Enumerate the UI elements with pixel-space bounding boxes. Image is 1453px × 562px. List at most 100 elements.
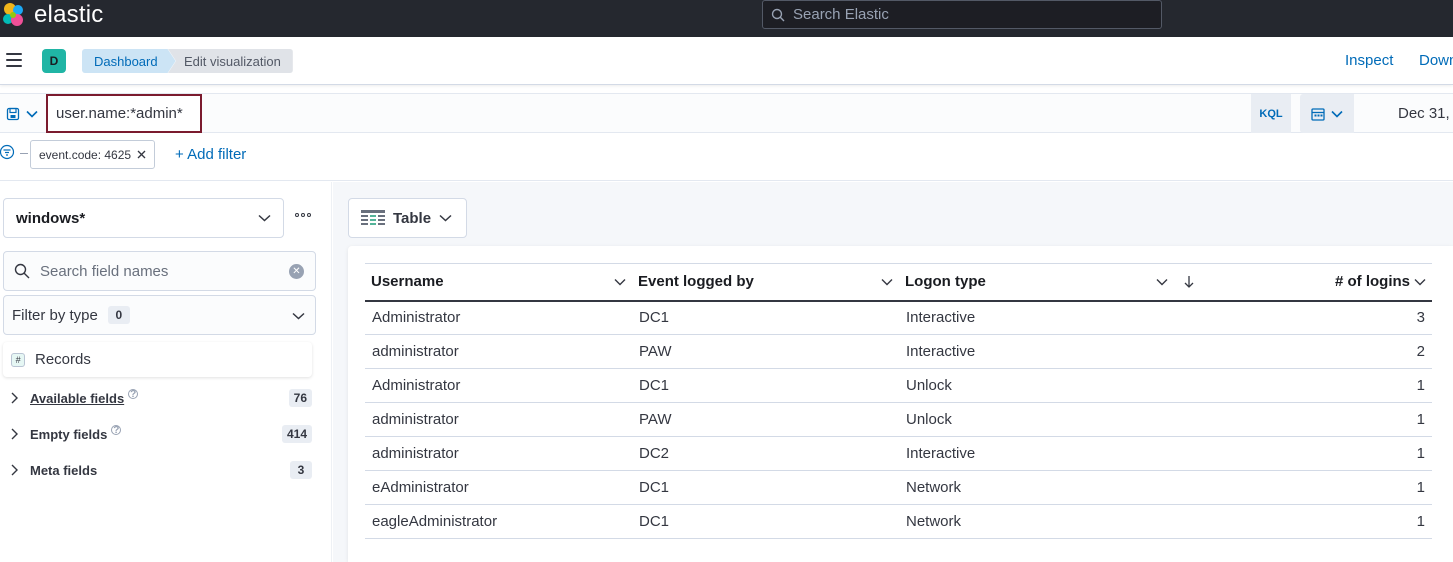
cell-username: administrator [365,436,632,471]
cell-logins: 1 [1166,436,1432,471]
filter-by-type-label: Filter by type [12,306,98,324]
chart-type-label: Table [393,209,432,227]
available-fields-group[interactable]: Available fields ? 76 [8,387,312,409]
cell-username: eAdministrator [365,470,632,505]
chevron-down-icon [1331,110,1343,118]
cell-logon-type: Interactive [899,300,1166,335]
cell-event-logged-by: DC1 [632,300,899,335]
table-header-row: Username Event logged by Logon type # of… [365,263,1432,302]
chevron-down-icon[interactable] [614,278,626,286]
cell-logins: 2 [1166,334,1432,369]
chevron-down-icon [292,312,305,320]
cell-logins: 3 [1166,300,1432,335]
table-row: administrator PAW Interactive 2 [365,334,1432,369]
filter-type-count: 0 [107,306,130,324]
download-link[interactable]: Down [1419,52,1453,69]
elastic-logo-icon [3,3,23,26]
cell-event-logged-by: DC1 [632,368,899,403]
column-header-logon-type[interactable]: Logon type [899,263,1194,302]
cell-username: Administrator [365,368,632,403]
add-filter-button[interactable]: + Add filter [175,146,246,163]
table-row: administrator PAW Unlock 1 [365,402,1432,437]
more-icon[interactable] [295,213,311,217]
field-search[interactable]: ✕ [3,251,316,291]
cell-username: Administrator [365,300,632,335]
field-search-input[interactable] [40,262,270,280]
saved-query-button[interactable] [0,94,44,133]
meta-fields-label: Meta fields [30,462,98,478]
chart-type-switch[interactable]: Table [348,198,467,238]
table-icon [361,210,385,225]
chevron-down-icon[interactable] [881,278,893,286]
inspect-link[interactable]: Inspect [1345,52,1393,69]
chevron-down-icon[interactable] [1414,278,1426,286]
clear-icon[interactable]: ✕ [289,264,304,279]
table-row: administrator DC2 Interactive 1 [365,436,1432,471]
breadcrumb-edit-visualization: Edit visualization [168,49,293,73]
cell-event-logged-by: DC2 [632,436,899,471]
menu-icon[interactable] [6,53,22,67]
chevron-right-icon [11,464,18,476]
empty-fields-group[interactable]: Empty fields ? 414 [8,423,312,445]
index-pattern-select[interactable]: windows* [3,198,284,238]
filter-separator [20,153,28,154]
chevron-down-icon [26,110,38,118]
app-nav-bar: D Dashboard Edit visualization Inspect D… [0,37,1453,85]
table-row: eagleAdministrator DC1 Network 1 [365,504,1432,539]
cell-logins: 1 [1166,368,1432,403]
meta-fields-group[interactable]: Meta fields 3 [8,459,312,481]
records-field[interactable]: # Records [3,342,312,377]
global-search-input[interactable] [793,6,1133,23]
brand-name: elastic [34,1,104,28]
cell-username: administrator [365,334,632,369]
cell-event-logged-by: PAW [632,334,899,369]
cell-logon-type: Interactive [899,436,1166,471]
chevron-right-icon [11,428,18,440]
cell-logon-type: Unlock [899,402,1166,437]
search-icon [14,263,30,279]
empty-fields-label: Empty fields [30,426,108,442]
filter-by-type-button[interactable]: Filter by type 0 [3,295,316,335]
global-search[interactable] [762,0,1162,29]
chevron-right-icon [11,392,18,404]
date-picker-button[interactable] [1300,94,1354,133]
search-icon [771,8,785,21]
column-header-event-logged-by[interactable]: Event logged by [632,263,899,302]
query-input[interactable] [46,94,202,133]
cell-logins: 1 [1166,470,1432,505]
cell-logins: 1 [1166,402,1432,437]
filter-pill[interactable]: event.code: 4625 [30,140,156,169]
chevron-down-icon [258,214,271,222]
breadcrumb-dashboard[interactable]: Dashboard [82,49,176,73]
hash-icon: # [11,352,25,367]
cell-event-logged-by: DC1 [632,470,899,505]
global-header: elastic [0,0,1453,37]
cell-event-logged-by: DC1 [632,504,899,539]
table-row: eAdministrator DC1 Network 1 [365,470,1432,505]
filter-pill-label: event.code: 4625 [39,147,132,162]
date-start[interactable]: Dec 31, : [1398,105,1453,122]
table-row: Administrator DC1 Interactive 3 [365,300,1432,335]
cell-logins: 1 [1166,504,1432,539]
help-icon[interactable]: ? [128,389,139,400]
help-icon[interactable]: ? [111,425,122,436]
records-label: Records [35,351,91,368]
query-language-button[interactable]: KQL [1251,94,1291,133]
available-fields-count: 76 [288,389,312,407]
field-list-panel: windows* ✕ Filter by type 0 # Records Av… [0,182,332,562]
elastic-logo[interactable]: elastic [0,1,103,29]
cell-event-logged-by: PAW [632,402,899,437]
cell-username: eagleAdministrator [365,504,632,539]
cell-logon-type: Network [899,470,1166,505]
space-avatar[interactable]: D [42,49,66,73]
column-header-username[interactable]: Username [365,263,632,302]
index-pattern-value: windows* [16,209,86,227]
cell-logon-type: Unlock [899,368,1166,403]
column-header-logins[interactable]: # of logins [1166,263,1432,302]
table-panel: Username Event logged by Logon type # of… [348,246,1453,562]
close-icon[interactable] [137,150,146,159]
data-table: Username Event logged by Logon type # of… [365,263,1432,539]
filter-icon[interactable] [0,144,16,160]
available-fields-label: Available fields [30,390,125,406]
chevron-down-icon [439,214,452,222]
